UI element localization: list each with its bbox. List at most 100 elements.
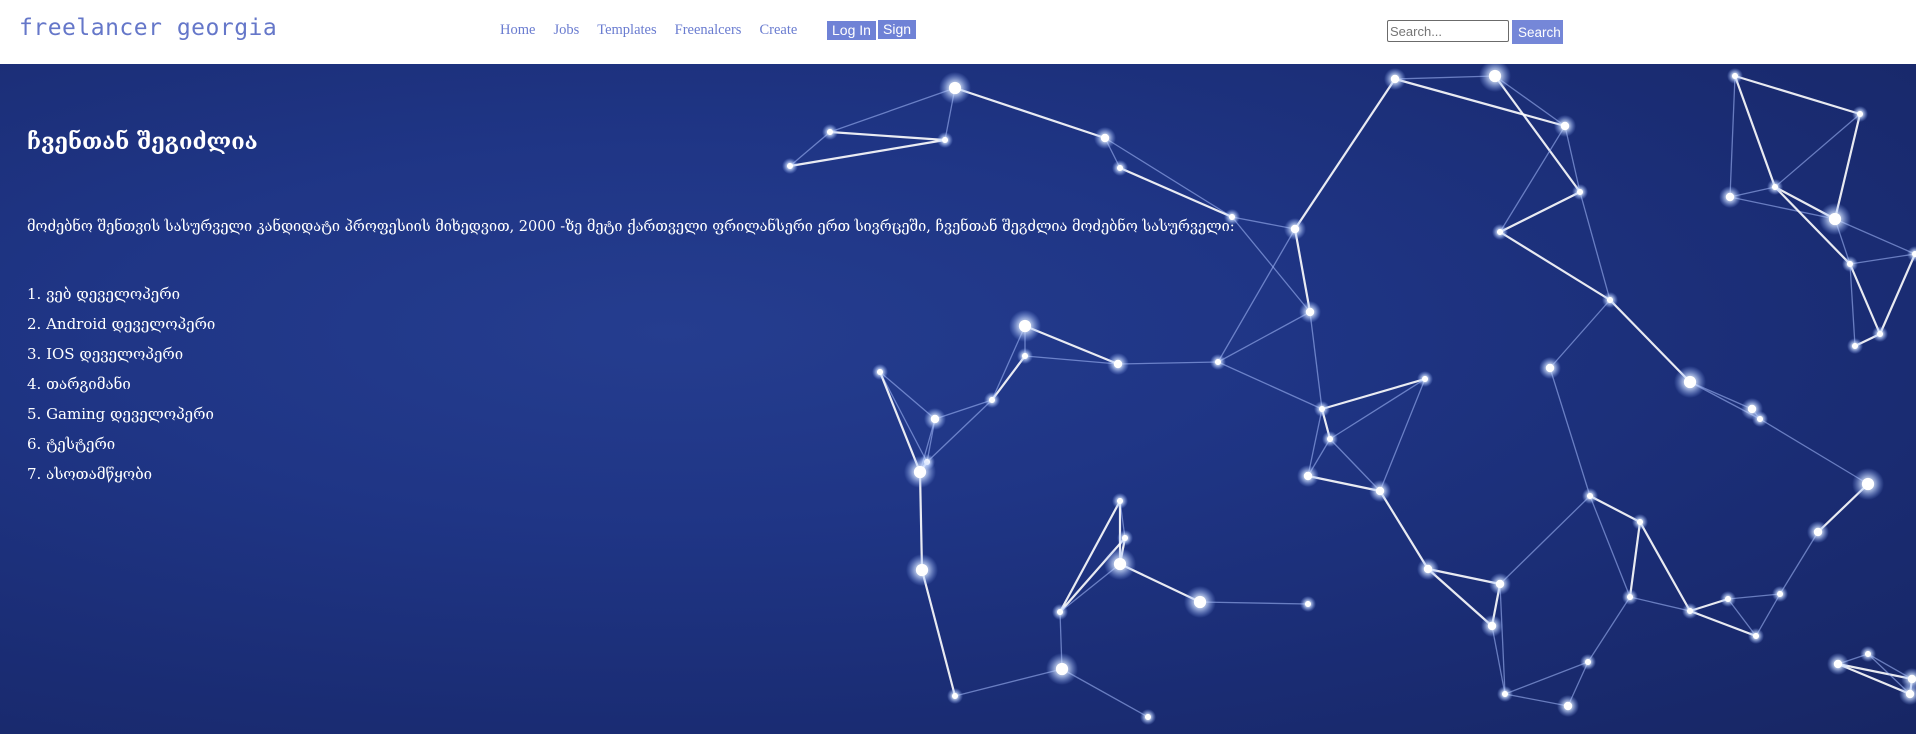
- network-node: [1056, 608, 1064, 616]
- network-edge: [1294, 78, 1396, 230]
- hero-title: ჩვენთან შეგიძლია: [27, 129, 258, 155]
- network-edge: [1589, 495, 1631, 598]
- network-edge: [829, 130, 946, 142]
- login-button[interactable]: Log In: [827, 21, 876, 40]
- network-node: [1828, 212, 1842, 226]
- network-edge: [1774, 113, 1861, 188]
- network-node: [1290, 224, 1300, 234]
- network-edge: [1104, 137, 1233, 218]
- network-edge: [1119, 166, 1233, 219]
- network-node: [1771, 183, 1779, 191]
- top-header: freelancer georgia Home Jobs Templates F…: [0, 0, 1916, 64]
- network-node: [1421, 375, 1429, 383]
- network-node: [1756, 415, 1764, 423]
- network-edge: [789, 138, 946, 168]
- network-node: [1851, 342, 1859, 350]
- network-edge: [1833, 113, 1862, 220]
- nav-create[interactable]: Create: [759, 22, 797, 39]
- network-edge: [1628, 521, 1642, 598]
- network-node: [1586, 492, 1594, 500]
- network-node: [1214, 358, 1222, 366]
- network-node: [1303, 471, 1313, 481]
- network-node: [1861, 477, 1875, 491]
- list-item: 3. IOS დეველოპერი: [27, 345, 184, 363]
- network-node: [948, 81, 962, 95]
- network-node: [1018, 319, 1032, 333]
- network-edge: [1199, 601, 1309, 605]
- list-item: 2. Android დეველოპერი: [27, 315, 216, 333]
- network-edge: [1309, 311, 1323, 410]
- network-edge: [1878, 253, 1916, 335]
- network-edge: [1729, 196, 1836, 220]
- network-node: [1487, 621, 1497, 631]
- network-edge: [1307, 474, 1381, 493]
- network-node: [1545, 363, 1555, 373]
- network-node: [786, 162, 794, 170]
- network-node: [1724, 595, 1732, 603]
- network-node: [1907, 674, 1916, 684]
- network-node: [1725, 192, 1735, 202]
- network-node: [1113, 557, 1127, 571]
- network-node: [1375, 486, 1385, 496]
- network-node: [1626, 593, 1634, 601]
- network-node: [826, 128, 834, 136]
- sign-button[interactable]: Sign: [878, 20, 917, 39]
- hero-description: მოძებნო შენთვის სასურველი კანდიდატი პროფ…: [27, 219, 1235, 235]
- network-edge: [1734, 74, 1861, 116]
- network-edge: [1549, 367, 1591, 497]
- nav-jobs[interactable]: Jobs: [553, 22, 579, 39]
- network-edge: [1549, 299, 1611, 369]
- list-item: 1. ვებ დეველოპერი: [27, 285, 180, 303]
- network-node: [1055, 662, 1069, 676]
- network-edge: [1759, 418, 1869, 485]
- network-edge: [1427, 567, 1501, 586]
- network-node: [1113, 359, 1123, 369]
- network-node: [1864, 650, 1872, 658]
- network-node: [1752, 632, 1760, 640]
- network-node: [1683, 375, 1697, 389]
- network-edge: [879, 371, 928, 463]
- network-edge: [1837, 662, 1911, 696]
- network-node: [988, 396, 996, 404]
- network-edge: [1733, 75, 1777, 188]
- network-edge: [1499, 495, 1591, 585]
- network-edge: [1587, 596, 1631, 663]
- network-node: [1495, 579, 1505, 589]
- main-nav: Home Jobs Templates Freenalcers Create: [500, 22, 815, 39]
- network-edge: [1589, 495, 1641, 523]
- network-edge: [1849, 253, 1916, 265]
- site-logo[interactable]: freelancer georgia: [19, 15, 277, 41]
- network-node: [1731, 72, 1739, 80]
- network-edge: [1329, 378, 1426, 440]
- network-background-graphic: [782, 64, 1916, 725]
- network-node: [930, 414, 940, 424]
- network-edge: [1639, 521, 1691, 612]
- network-node: [1833, 659, 1843, 669]
- profession-list: 1. ვებ დეველოპერი 2. Android დეველოპერი …: [27, 279, 215, 489]
- network-node: [941, 136, 949, 144]
- network-node: [876, 368, 884, 376]
- network-edge: [954, 86, 1106, 140]
- network-node: [1304, 600, 1312, 608]
- nav-templates[interactable]: Templates: [597, 22, 656, 39]
- network-edge: [1394, 77, 1566, 128]
- network-node: [1846, 260, 1854, 268]
- network-edge: [1217, 361, 1323, 410]
- list-item: 4. თარგიმანი: [27, 375, 131, 393]
- network-edge: [1729, 75, 1736, 198]
- network-node: [1423, 564, 1433, 574]
- network-node: [1560, 121, 1570, 131]
- network-edge: [920, 569, 957, 697]
- network-node: [1496, 228, 1504, 236]
- nav-freelancers[interactable]: Freenalcers: [675, 22, 742, 39]
- network-edge: [878, 371, 922, 473]
- nav-home[interactable]: Home: [500, 22, 535, 39]
- network-node: [1563, 701, 1573, 711]
- network-node: [1636, 518, 1644, 526]
- network-node: [1318, 405, 1326, 413]
- search-input[interactable]: [1387, 20, 1509, 42]
- search-button[interactable]: Search: [1512, 20, 1563, 44]
- network-node: [1390, 74, 1400, 84]
- network-node: [1488, 69, 1502, 83]
- network-node: [1305, 307, 1315, 317]
